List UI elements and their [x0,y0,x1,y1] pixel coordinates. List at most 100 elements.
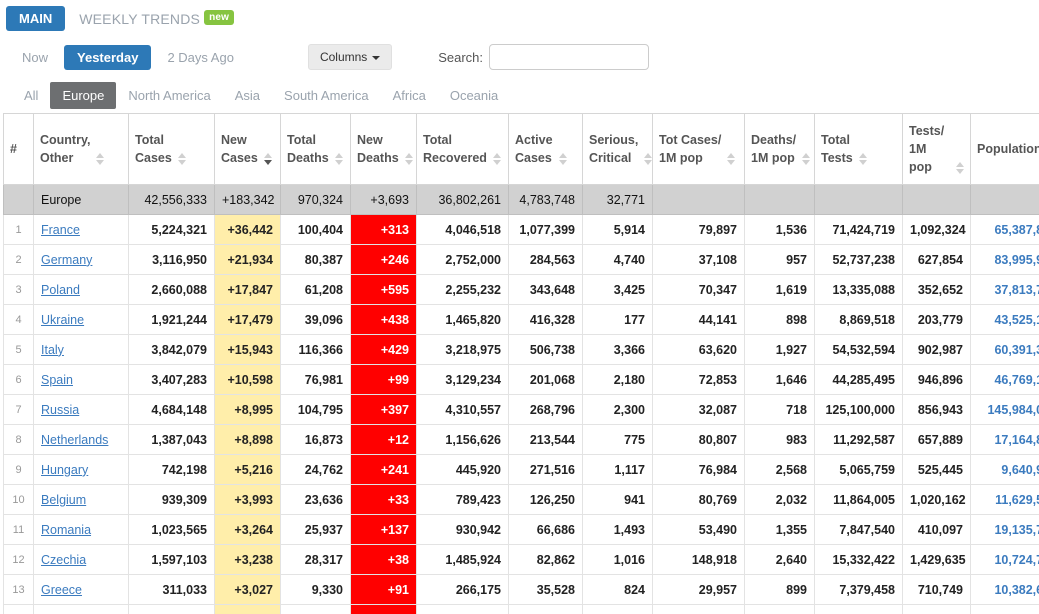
country-link[interactable]: Hungary [41,463,88,477]
country-link[interactable]: Belgium [41,493,86,507]
cell-tests_per_1m: 1,092,324 [903,215,971,245]
cell-tests_per_1m: 902,987 [903,335,971,365]
cell-population[interactable]: 10,724,712 [971,545,1039,575]
cell-population[interactable]: 37,813,758 [971,275,1039,305]
cell-tests_per_1m [903,185,971,215]
chevron-down-icon [372,56,380,60]
column-header-total_deaths[interactable]: TotalDeaths [281,114,351,185]
continent-tab-south-america[interactable]: South America [272,82,381,109]
cell-new_deaths: +246 [351,245,417,275]
cell-serious_critical: 1,493 [583,515,653,545]
cell-country: Hungary [34,455,129,485]
sort-icon[interactable] [956,162,964,174]
cell-population[interactable]: 145,984,033 [971,395,1039,425]
sort-icon[interactable] [859,153,867,165]
cell-population[interactable]: 8,709,451 [971,605,1039,614]
cell-cases_per_1m: 32,087 [653,395,745,425]
country-link[interactable]: France [41,223,80,237]
column-header-active_cases[interactable]: ActiveCases [509,114,583,185]
country-link[interactable]: Ukraine [41,313,84,327]
cell-cases_per_1m: 53,490 [653,515,745,545]
cell-total_cases: 3,842,079 [129,335,215,365]
column-header-label: NewDeaths [357,131,399,167]
cell-total_recovered: 266,175 [417,575,509,605]
continent-tab-asia[interactable]: Asia [223,82,272,109]
column-header-total_recovered[interactable]: TotalRecovered [417,114,509,185]
column-header-label: TotalTests [821,131,853,167]
country-link[interactable]: Greece [41,583,82,597]
cell-population[interactable]: 11,629,525 [971,485,1039,515]
sort-icon[interactable] [493,153,501,165]
column-header-population[interactable]: Population [971,114,1039,185]
cell-population[interactable]: 10,382,653 [971,575,1039,605]
sort-icon[interactable] [178,153,186,165]
sort-icon[interactable] [264,153,272,165]
cell-total_deaths: 76,981 [281,365,351,395]
continent-tab-all[interactable]: All [12,82,50,109]
sort-icon[interactable] [802,153,810,165]
cell-population[interactable]: 43,525,192 [971,305,1039,335]
cell-deaths_per_1m: 2,032 [745,485,815,515]
column-header-new_cases[interactable]: NewCases [215,114,281,185]
cell-population[interactable]: 19,135,798 [971,515,1039,545]
column-header-total_tests[interactable]: TotalTests [815,114,903,185]
country-link[interactable]: Russia [41,403,79,417]
cell-population[interactable]: 83,995,966 [971,245,1039,275]
continent-tab-africa[interactable]: Africa [381,82,438,109]
cell-country: Greece [34,575,129,605]
cell-new_cases: +17,479 [215,305,281,335]
cell-new_deaths: +429 [351,335,417,365]
cell-total_cases: 2,660,088 [129,275,215,305]
cell-population[interactable]: 17,164,888 [971,425,1039,455]
sort-icon[interactable] [727,153,735,165]
tab-now[interactable]: Now [12,45,58,70]
cell-total_deaths: 23,636 [281,485,351,515]
column-header-total_cases[interactable]: TotalCases [129,114,215,185]
column-header-tests_per_1m[interactable]: Tests/1M pop [903,114,971,185]
cell-serious_critical: 3,366 [583,335,653,365]
cell-total_tests: 11,864,005 [815,485,903,515]
cell-total_recovered: 36,802,261 [417,185,509,215]
country-link[interactable]: Netherlands [41,433,108,447]
cell-total_recovered: 930,942 [417,515,509,545]
table-row: 11Romania1,023,565+3,26425,937+137930,94… [4,515,1039,545]
cell-total_recovered: 3,129,234 [417,365,509,395]
sort-icon[interactable] [559,153,567,165]
tab-2-days-ago[interactable]: 2 Days Ago [157,45,244,70]
sort-icon[interactable] [405,153,413,165]
cell-population[interactable]: 65,387,859 [971,215,1039,245]
country-link[interactable]: Poland [41,283,80,297]
cell-population[interactable]: 9,640,900 [971,455,1039,485]
cell-population[interactable]: 60,391,353 [971,335,1039,365]
tab-weekly-trends[interactable]: WEEKLY TRENDSnew [65,6,238,29]
country-link[interactable]: Germany [41,253,92,267]
columns-dropdown-button[interactable]: Columns [308,44,392,70]
tab-yesterday[interactable]: Yesterday [64,45,151,70]
column-header-deaths_per_1m[interactable]: Deaths/1M pop [745,114,815,185]
cell-rank: 12 [4,545,34,575]
search-input[interactable] [489,44,649,70]
column-header-new_deaths[interactable]: NewDeaths [351,114,417,185]
cell-total_deaths: 9,330 [281,575,351,605]
cell-total_deaths: 5,920 [281,605,351,614]
cell-total_cases: 1,023,565 [129,515,215,545]
country-link[interactable]: Italy [41,343,64,357]
column-header-country[interactable]: Country,Other [34,114,129,185]
cell-new_cases: +5,216 [215,455,281,485]
tab-main[interactable]: MAIN [6,6,65,31]
cell-cases_per_1m: 76,984 [653,455,745,485]
continent-tab-north-america[interactable]: North America [116,82,222,109]
column-header-cases_per_1m[interactable]: Tot Cases/1M pop [653,114,745,185]
sort-icon[interactable] [335,153,343,165]
country-link[interactable]: Romania [41,523,91,537]
continent-tab-oceania[interactable]: Oceania [438,82,510,109]
cell-country: Spain [34,365,129,395]
cell-tests_per_1m: 420,365 [903,605,971,614]
column-header-serious_critical[interactable]: Serious,Critical [583,114,653,185]
cell-population[interactable]: 46,769,124 [971,365,1039,395]
sort-icon[interactable] [644,153,652,165]
country-link[interactable]: Czechia [41,553,86,567]
sort-icon[interactable] [96,153,104,165]
country-link[interactable]: Spain [41,373,73,387]
continent-tab-europe[interactable]: Europe [50,82,116,109]
